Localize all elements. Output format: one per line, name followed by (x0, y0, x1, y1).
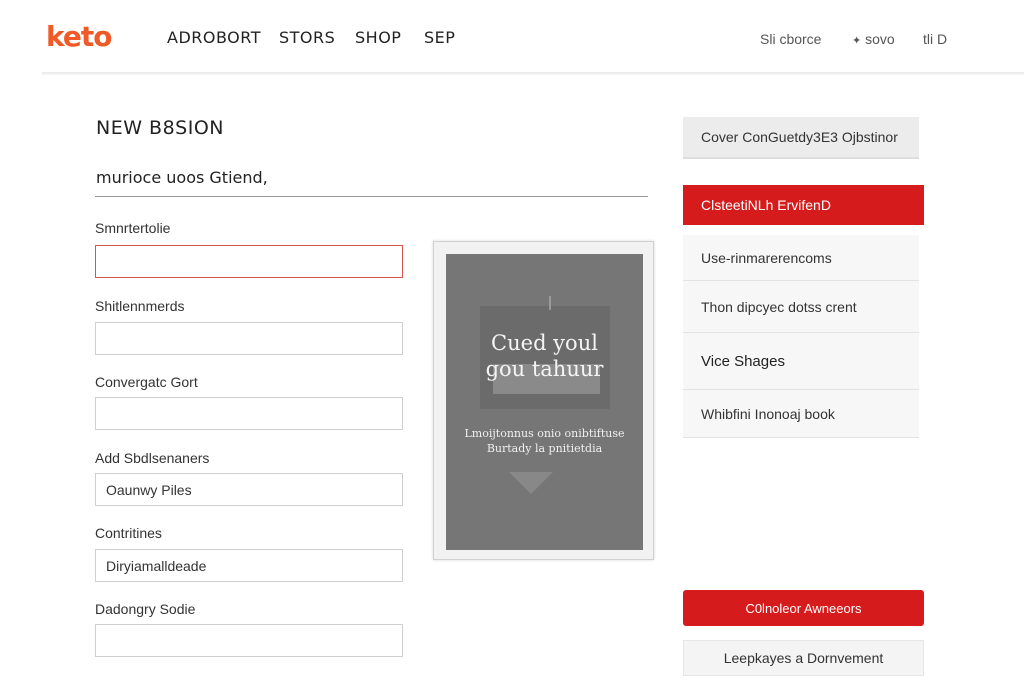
sidebar-item-5[interactable]: Vice Shages (683, 333, 919, 390)
field-label-2: Shitlennmerds (95, 298, 185, 314)
field-input-1[interactable] (95, 245, 403, 278)
field-input-3[interactable] (95, 397, 403, 430)
preview-text-line-2: Burtady la pnitietdia (486, 442, 603, 455)
util-link-1[interactable]: Sli cborce (760, 31, 821, 47)
nav-item-sep[interactable]: SEP (424, 28, 455, 47)
down-arrow-icon (509, 472, 553, 494)
header-divider (42, 72, 1024, 75)
field-label-1: Smnrtertolie (95, 220, 171, 236)
field-input-5[interactable] (95, 549, 403, 582)
section-divider (95, 196, 648, 197)
primary-action-button[interactable]: C0lnoleor Awneeors (683, 590, 924, 626)
secondary-action-button[interactable]: Leepkayes a Dornvement (683, 640, 924, 676)
preview-marker (549, 296, 551, 310)
sidebar-item-6[interactable]: Whibfini Inonoaj book (683, 390, 919, 438)
section-subtitle: murioce uoos Gtiend, (96, 168, 268, 187)
preview-heading-line-1: Cued youl (491, 331, 598, 355)
util-link-2[interactable]: ✦ sovo (852, 31, 895, 47)
top-header: keto ADROBORT STORS SHOP SEP Sli cborce … (0, 0, 1024, 74)
preview-text-line-1: Lmoijtonnus onio onibtiftuse (464, 427, 625, 440)
field-input-4[interactable] (95, 473, 403, 506)
sidebar-item-3[interactable]: Use-rinmarerencoms (683, 235, 919, 281)
preview-heading: Cued youl gou tahuur (446, 330, 643, 382)
sidebar-item-2-active[interactable]: ClsteetiNLh ErvifenD (683, 185, 924, 225)
field-input-2[interactable] (95, 322, 403, 355)
preview-text: Lmoijtonnus onio onibtiftuse Burtady la … (446, 426, 643, 456)
field-label-6: Dadongry Sodie (95, 601, 196, 617)
field-label-4: Add Sbdlsenaners (95, 450, 210, 466)
field-label-3: Convergatc Gort (95, 374, 198, 390)
sidebar-item-4[interactable]: Thon dipcyec dotss crent (683, 281, 919, 333)
brand-logo[interactable]: keto (46, 20, 112, 53)
util-link-3[interactable]: tli D (923, 31, 947, 47)
user-icon: ✦ (852, 35, 862, 47)
nav-item-stors[interactable]: STORS (279, 28, 335, 47)
preview-heading-line-2: gou tahuur (485, 357, 604, 381)
util-link-2-label: sovo (865, 31, 895, 47)
nav-item-shop[interactable]: SHOP (355, 28, 401, 47)
field-label-5: Contritines (95, 525, 162, 541)
sidebar-item-1[interactable]: Cover ConGuetdy3E3 Ojbstinor (683, 117, 919, 159)
nav-item-adrobort[interactable]: ADROBORT (167, 28, 261, 47)
field-input-6[interactable] (95, 624, 403, 657)
page-title: NEW B8SION (96, 117, 224, 139)
